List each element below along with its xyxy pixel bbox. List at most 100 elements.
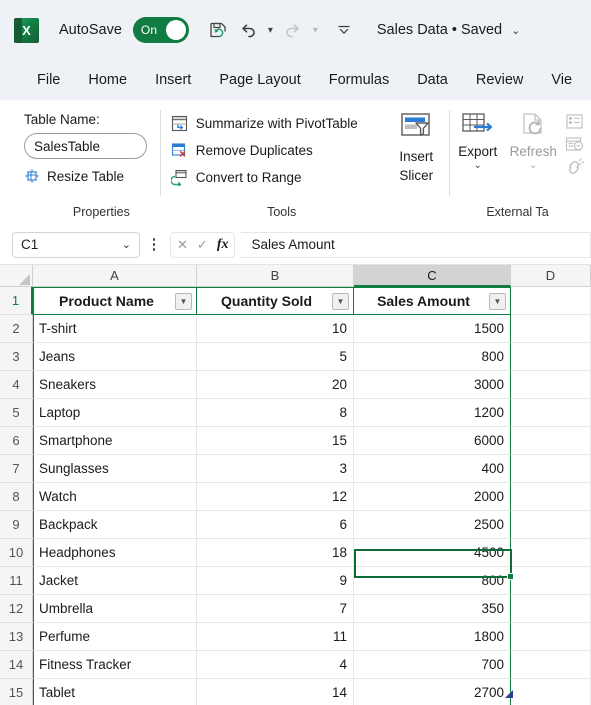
remove-duplicates-button[interactable]: Remove Duplicates <box>171 137 383 164</box>
cell-D15[interactable] <box>511 679 591 705</box>
cell-D2[interactable] <box>511 315 591 343</box>
row-header-13[interactable]: 13 <box>0 623 33 651</box>
document-title-chevron-icon[interactable]: ⌄ <box>511 24 520 37</box>
cell-A1[interactable]: Product Name ▼ <box>33 287 197 315</box>
row-header-12[interactable]: 12 <box>0 595 33 623</box>
cell-C12[interactable]: 350 <box>354 595 511 623</box>
cell-A11[interactable]: Jacket <box>33 567 197 595</box>
cell-B5[interactable]: 8 <box>197 399 354 427</box>
cell-A3[interactable]: Jeans <box>33 343 197 371</box>
name-box[interactable]: C1 ⌄ <box>12 231 140 258</box>
cell-C3[interactable]: 800 <box>354 343 511 371</box>
cell-B14[interactable]: 4 <box>197 651 354 679</box>
cell-B1[interactable]: Quantity Sold ▼ <box>197 287 354 315</box>
row-header-4[interactable]: 4 <box>0 371 33 399</box>
cell-A8[interactable]: Watch <box>33 483 197 511</box>
row-header-11[interactable]: 11 <box>0 567 33 595</box>
tab-review[interactable]: Review <box>462 68 538 92</box>
more-options-icon[interactable] <box>144 232 164 258</box>
convert-to-range-button[interactable]: Convert to Range <box>170 164 383 191</box>
cell-B15[interactable]: 14 <box>197 679 354 705</box>
cell-B2[interactable]: 10 <box>197 315 354 343</box>
tab-file[interactable]: File <box>23 68 74 92</box>
cell-C13[interactable]: 1800 <box>354 623 511 651</box>
cancel-icon[interactable]: ✕ <box>177 237 188 253</box>
save-icon[interactable] <box>203 13 233 47</box>
cell-C14[interactable]: 700 <box>354 651 511 679</box>
cell-C6[interactable]: 6000 <box>354 427 511 455</box>
resize-table-button[interactable]: Resize Table <box>24 168 161 184</box>
cell-B9[interactable]: 6 <box>197 511 354 539</box>
cell-A10[interactable]: Headphones <box>33 539 197 567</box>
cell-C5[interactable]: 1200 <box>354 399 511 427</box>
cell-D1[interactable] <box>511 287 591 315</box>
cell-D3[interactable] <box>511 343 591 371</box>
cell-A2[interactable]: T-shirt <box>33 315 197 343</box>
row-header-7[interactable]: 7 <box>0 455 33 483</box>
document-title[interactable]: Sales Data • Saved <box>377 22 502 38</box>
row-header-8[interactable]: 8 <box>0 483 33 511</box>
undo-icon[interactable] <box>233 13 263 47</box>
cell-C7[interactable]: 400 <box>354 455 511 483</box>
cell-D14[interactable] <box>511 651 591 679</box>
row-header-9[interactable]: 9 <box>0 511 33 539</box>
cell-B4[interactable]: 20 <box>197 371 354 399</box>
cell-C8[interactable]: 2000 <box>354 483 511 511</box>
row-header-6[interactable]: 6 <box>0 427 33 455</box>
cell-B6[interactable]: 15 <box>197 427 354 455</box>
row-header-2[interactable]: 2 <box>0 315 33 343</box>
table-name-input[interactable] <box>24 133 147 159</box>
cell-D9[interactable] <box>511 511 591 539</box>
cell-A15[interactable]: Tablet <box>33 679 197 705</box>
insert-slicer-button[interactable]: Insert Slicer <box>383 100 450 225</box>
name-box-chevron-down-icon[interactable]: ⌄ <box>122 238 131 251</box>
cell-D5[interactable] <box>511 399 591 427</box>
column-header-b[interactable]: B <box>197 265 354 287</box>
row-header-14[interactable]: 14 <box>0 651 33 679</box>
summarize-with-pivottable-button[interactable]: Summarize with PivotTable <box>171 110 383 137</box>
cell-A9[interactable]: Backpack <box>33 511 197 539</box>
cell-B12[interactable]: 7 <box>197 595 354 623</box>
cell-B7[interactable]: 3 <box>197 455 354 483</box>
column-header-a[interactable]: A <box>33 265 197 287</box>
cell-D13[interactable] <box>511 623 591 651</box>
tab-view[interactable]: Vie <box>537 68 586 92</box>
autosave-toggle[interactable]: On <box>132 17 189 43</box>
cell-C4[interactable]: 3000 <box>354 371 511 399</box>
cell-A7[interactable]: Sunglasses <box>33 455 197 483</box>
cell-A12[interactable]: Umbrella <box>33 595 197 623</box>
cell-A13[interactable]: Perfume <box>33 623 197 651</box>
cell-A6[interactable]: Smartphone <box>33 427 197 455</box>
row-header-5[interactable]: 5 <box>0 399 33 427</box>
cell-C2[interactable]: 1500 <box>354 315 511 343</box>
cell-A5[interactable]: Laptop <box>33 399 197 427</box>
cell-D4[interactable] <box>511 371 591 399</box>
filter-dropdown-icon-a[interactable]: ▼ <box>175 293 192 310</box>
formula-input[interactable]: Sales Amount <box>241 231 591 258</box>
row-header-10[interactable]: 10 <box>0 539 33 567</box>
row-header-15[interactable]: 15 <box>0 679 33 705</box>
tab-data[interactable]: Data <box>403 68 462 92</box>
cell-A4[interactable]: Sneakers <box>33 371 197 399</box>
column-header-c[interactable]: C <box>354 265 511 287</box>
insert-function-icon[interactable]: fx <box>217 237 229 253</box>
cell-D10[interactable] <box>511 539 591 567</box>
select-all-corner[interactable] <box>0 265 33 287</box>
cell-A14[interactable]: Fitness Tracker <box>33 651 197 679</box>
cell-B11[interactable]: 9 <box>197 567 354 595</box>
cell-D11[interactable] <box>511 567 591 595</box>
table-resize-handle[interactable] <box>505 690 513 698</box>
row-header-3[interactable]: 3 <box>0 343 33 371</box>
enter-icon[interactable]: ✓ <box>197 237 208 253</box>
cell-C9[interactable]: 2500 <box>354 511 511 539</box>
tab-formulas[interactable]: Formulas <box>315 68 403 92</box>
customize-quick-access-toolbar-icon[interactable] <box>333 17 355 43</box>
tab-page-layout[interactable]: Page Layout <box>205 68 314 92</box>
filter-dropdown-icon-b[interactable]: ▼ <box>332 293 349 310</box>
cell-D12[interactable] <box>511 595 591 623</box>
cell-C15[interactable]: 2700 <box>354 679 511 705</box>
cell-D7[interactable] <box>511 455 591 483</box>
cell-B3[interactable]: 5 <box>197 343 354 371</box>
column-header-d[interactable]: D <box>511 265 591 287</box>
tab-home[interactable]: Home <box>74 68 141 92</box>
